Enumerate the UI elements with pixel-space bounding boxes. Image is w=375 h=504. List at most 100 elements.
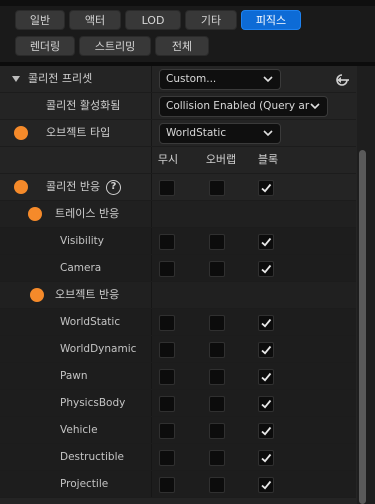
- channel-label: Pawn: [60, 370, 88, 382]
- object-type-name: 오브젝트 타입: [0, 120, 151, 146]
- object-type-label: 오브젝트 타입: [46, 126, 111, 139]
- header-ignore: 무시: [157, 153, 179, 166]
- collision-presets-name: 콜리전 프리셋: [0, 66, 151, 92]
- object-type-row: 오브젝트 타입 WorldStatic: [0, 120, 356, 147]
- help-icon[interactable]: ?: [106, 180, 121, 195]
- overlap-checkbox[interactable]: [209, 423, 225, 439]
- block-checkbox[interactable]: [258, 315, 274, 331]
- channel-label: Visibility: [60, 235, 105, 247]
- collision-presets-row: 콜리전 프리셋 Custom...: [0, 66, 356, 93]
- overlap-checkbox[interactable]: [209, 369, 225, 385]
- collision-enabled-row: 콜리전 활성화됨 Collision Enabled (Query ar: [0, 93, 356, 120]
- override-marker-icon: [14, 180, 28, 194]
- block-checkbox[interactable]: [258, 261, 274, 277]
- ignore-checkbox[interactable]: [159, 423, 175, 439]
- column-divider: [151, 282, 152, 308]
- trace-responses-row: 트레이스 반응: [0, 201, 356, 228]
- scrollbar-thumb[interactable]: [359, 150, 366, 504]
- ignore-checkbox[interactable]: [159, 369, 175, 385]
- tab-general[interactable]: 일반: [15, 10, 65, 30]
- column-divider: [151, 255, 152, 281]
- block-checkbox[interactable]: [258, 369, 274, 385]
- block-checkbox[interactable]: [258, 423, 274, 439]
- list-item: WorldStatic: [0, 309, 356, 336]
- ignore-checkbox[interactable]: [159, 180, 175, 196]
- overlap-checkbox[interactable]: [209, 261, 225, 277]
- category-filter-bar: 일반 액터 LOD 기타 피직스 렌더링 스트리밍 전체: [0, 6, 375, 62]
- tab-all[interactable]: 전체: [155, 36, 209, 56]
- ignore-checkbox[interactable]: [159, 396, 175, 412]
- channel-label: Projectile: [60, 478, 109, 490]
- column-divider: [151, 309, 152, 335]
- checkmark-icon: [261, 264, 272, 274]
- collision-responses-row: 콜리전 반응 ?: [0, 174, 356, 201]
- override-marker-icon: [14, 126, 28, 140]
- channel-label: PhysicsBody: [60, 397, 126, 409]
- expand-triangle-icon[interactable]: [12, 76, 20, 82]
- ignore-checkbox[interactable]: [159, 261, 175, 277]
- checkmark-icon: [261, 426, 272, 436]
- channel-label: Vehicle: [60, 424, 98, 436]
- tab-misc[interactable]: 기타: [185, 10, 237, 30]
- overlap-checkbox[interactable]: [209, 342, 225, 358]
- ignore-checkbox[interactable]: [159, 450, 175, 466]
- list-item: Vehicle: [0, 417, 356, 444]
- collision-enabled-dropdown[interactable]: Collision Enabled (Query ar: [159, 96, 328, 117]
- collision-enabled-value: Collision Enabled (Query ar: [166, 100, 310, 112]
- overlap-checkbox[interactable]: [209, 477, 225, 493]
- column-divider: [151, 444, 152, 470]
- tab-physics[interactable]: 피직스: [241, 10, 301, 30]
- response-header-name: [0, 147, 151, 173]
- tab-rendering[interactable]: 렌더링: [15, 36, 75, 56]
- tab-actor[interactable]: 액터: [69, 10, 121, 30]
- column-divider: [151, 120, 152, 146]
- channel-label: Destructible: [60, 451, 124, 463]
- collision-presets-value: Custom...: [166, 73, 217, 85]
- collision-enabled-label: 콜리전 활성화됨: [46, 99, 121, 112]
- object-responses-name: 오브젝트 반응: [0, 282, 151, 308]
- overlap-checkbox[interactable]: [209, 396, 225, 412]
- checkmark-icon: [261, 318, 272, 328]
- block-checkbox[interactable]: [258, 450, 274, 466]
- ignore-checkbox[interactable]: [159, 477, 175, 493]
- channel-label: WorldDynamic: [60, 343, 137, 355]
- tab-lod[interactable]: LOD: [125, 10, 181, 30]
- chevron-down-icon: [310, 103, 320, 110]
- overlap-checkbox[interactable]: [209, 234, 225, 250]
- block-checkbox[interactable]: [258, 234, 274, 250]
- checkmark-icon: [261, 237, 272, 247]
- reset-arrow-icon[interactable]: [333, 70, 353, 90]
- overlap-checkbox[interactable]: [209, 315, 225, 331]
- block-checkbox[interactable]: [258, 342, 274, 358]
- channel-label: Camera: [60, 262, 102, 274]
- trace-responses-name: 트레이스 반응: [0, 201, 151, 227]
- block-checkbox[interactable]: [258, 396, 274, 412]
- response-header-row: 무시 오버랩 블록: [0, 147, 356, 174]
- column-divider: [151, 390, 152, 416]
- header-overlap: 오버랩: [205, 153, 237, 166]
- list-item: PhysicsBody: [0, 390, 356, 417]
- ignore-checkbox[interactable]: [159, 234, 175, 250]
- object-type-dropdown[interactable]: WorldStatic: [159, 123, 281, 144]
- block-checkbox[interactable]: [258, 180, 274, 196]
- list-item: Projectile: [0, 471, 356, 498]
- collision-presets-dropdown[interactable]: Custom...: [159, 69, 281, 90]
- ignore-checkbox[interactable]: [159, 315, 175, 331]
- tab-streaming[interactable]: 스트리밍: [79, 36, 151, 56]
- collision-presets-label: 콜리전 프리셋: [28, 72, 93, 85]
- column-divider: [151, 201, 152, 227]
- overlap-checkbox[interactable]: [209, 180, 225, 196]
- checkmark-icon: [261, 183, 272, 193]
- object-responses-row: 오브젝트 반응: [0, 282, 356, 309]
- header-block: 블록: [257, 153, 279, 166]
- channel-label: WorldStatic: [60, 316, 121, 328]
- column-divider: [151, 228, 152, 254]
- block-checkbox[interactable]: [258, 477, 274, 493]
- list-item: WorldDynamic: [0, 336, 356, 363]
- checkmark-icon: [261, 345, 272, 355]
- ignore-checkbox[interactable]: [159, 342, 175, 358]
- list-item: Visibility: [0, 228, 356, 255]
- details-panel: 콜리전 프리셋 Custom... 콜리전 활성화됨 Collision Ena…: [0, 66, 375, 504]
- collision-responses-name: 콜리전 반응 ?: [0, 174, 151, 200]
- overlap-checkbox[interactable]: [209, 450, 225, 466]
